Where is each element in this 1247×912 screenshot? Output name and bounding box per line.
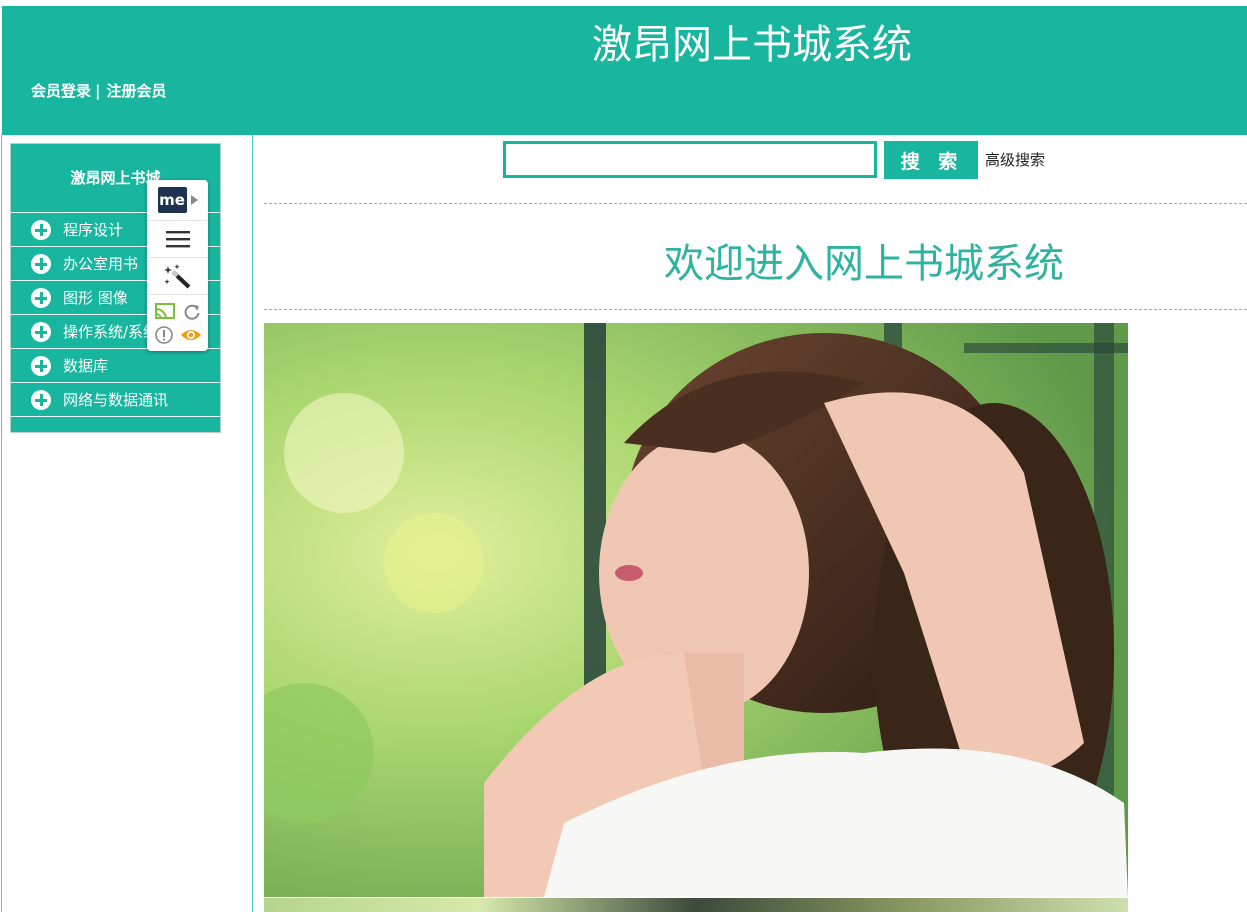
me-logo-icon: me: [157, 187, 187, 213]
banner-image: [264, 323, 1128, 897]
cast-icon[interactable]: [154, 303, 175, 321]
plus-circle-icon: [31, 219, 51, 240]
divider-top: [264, 203, 1247, 204]
magic-wand-icon: [163, 264, 190, 289]
category-label: 网络与数据通讯: [63, 391, 169, 409]
expand-arrow-icon[interactable]: [190, 195, 198, 205]
next-banner-strip: [264, 898, 1128, 912]
plus-circle-icon: [31, 253, 51, 274]
category-label: 图形 图像: [63, 289, 128, 307]
site-header: 激昂网上书城系统 会员登录 | 注册会员: [2, 6, 1247, 135]
refresh-icon[interactable]: [183, 303, 201, 321]
extension-header[interactable]: me: [147, 180, 208, 221]
link-separator: |: [95, 82, 101, 100]
search-input[interactable]: [503, 141, 877, 178]
alert-circle-icon[interactable]: [154, 325, 174, 345]
eye-icon[interactable]: [180, 325, 202, 345]
plus-circle-icon: [31, 389, 51, 410]
divider-bottom: [264, 309, 1247, 310]
column-divider: [252, 135, 253, 912]
auth-links: 会员登录 | 注册会员: [31, 80, 167, 101]
advanced-search-link[interactable]: 高级搜索: [985, 149, 1045, 170]
register-link[interactable]: 注册会员: [107, 82, 167, 100]
extension-tools-row-1: [147, 295, 208, 321]
category-label: 数据库: [63, 357, 109, 375]
welcome-heading: 欢迎进入网上书城系统: [664, 241, 1064, 287]
category-label: 操作系统/系统: [63, 323, 159, 341]
extension-popup: me: [147, 180, 208, 351]
category-item[interactable]: 网络与数据通讯: [11, 383, 220, 417]
login-link[interactable]: 会员登录: [31, 82, 91, 100]
plus-circle-icon: [31, 321, 51, 342]
banner-photo: [264, 323, 1128, 897]
plus-circle-icon: [31, 355, 51, 376]
hamburger-menu-icon: [165, 231, 190, 248]
search-button[interactable]: 搜 索: [884, 141, 978, 179]
category-item[interactable]: 数据库: [11, 349, 220, 383]
page-border: [1, 135, 2, 912]
site-title: 激昂网上书城系统: [592, 22, 912, 68]
category-label: 程序设计: [63, 221, 124, 239]
extension-tools-row-2: [147, 321, 208, 345]
menu-button[interactable]: [147, 221, 208, 258]
category-label: 办公室用书: [63, 255, 139, 273]
magic-wand-button[interactable]: [147, 258, 208, 295]
plus-circle-icon: [31, 287, 51, 308]
